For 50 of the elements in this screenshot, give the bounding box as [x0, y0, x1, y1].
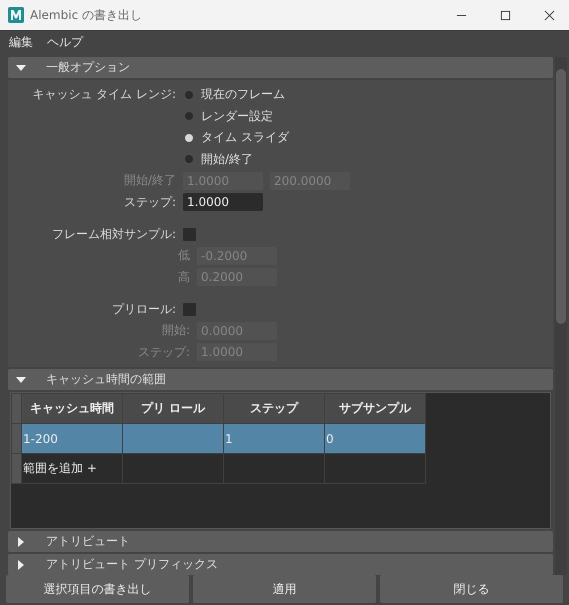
- radio-button[interactable]: [185, 112, 193, 120]
- section-header[interactable]: 一般オプション: [8, 57, 553, 78]
- checkbox[interactable]: [183, 228, 196, 240]
- column-header[interactable]: プリ ロール: [122, 394, 224, 424]
- field-label: ステップ:: [138, 344, 190, 359]
- section-header[interactable]: キャッシュ時間の範囲: [8, 369, 553, 390]
- close-icon[interactable]: [544, 10, 555, 20]
- collapse-arrow-icon[interactable]: [16, 62, 26, 72]
- expand-arrow-icon[interactable]: [16, 536, 26, 546]
- app-logo-icon: [8, 7, 24, 23]
- table-cell[interactable]: [122, 424, 224, 454]
- field-label: フレーム相対サンプル:: [52, 226, 176, 240]
- field-label: 高: [178, 270, 190, 284]
- radio-label: タイム スライダ: [201, 129, 289, 146]
- column-header[interactable]: サブサンプル: [324, 394, 426, 424]
- radio-label: 現在のフレーム: [201, 86, 285, 104]
- dialog-button[interactable]: 選択項目の書き出し: [6, 575, 189, 603]
- radio-button[interactable]: [185, 134, 193, 142]
- field-label: ステップ:: [124, 194, 176, 209]
- section-header[interactable]: アトリビュート プリフィックス: [8, 554, 553, 575]
- table-cell[interactable]: 1: [224, 424, 324, 454]
- section-header[interactable]: アトリビュート: [8, 531, 553, 552]
- menu-item[interactable]: ヘルプ: [47, 34, 83, 50]
- input-field[interactable]: 1.0000: [183, 193, 263, 212]
- column-header[interactable]: ステップ: [224, 394, 324, 424]
- expand-arrow-icon[interactable]: [16, 560, 26, 570]
- field-label: 低: [178, 248, 190, 262]
- field-label: プリロール:: [112, 302, 176, 316]
- scrollbar[interactable]: [555, 57, 567, 575]
- column-header[interactable]: キャッシュ時間: [22, 394, 122, 424]
- table-cell[interactable]: 0: [324, 424, 426, 454]
- window-title: Alembic の書き出し: [30, 6, 143, 24]
- collapse-arrow-icon[interactable]: [16, 374, 26, 384]
- table-cell[interactable]: [324, 454, 426, 484]
- menu-item[interactable]: 編集: [9, 34, 33, 50]
- table-cell[interactable]: [122, 454, 224, 484]
- maximize-icon[interactable]: [500, 10, 511, 20]
- dialog-button[interactable]: 閉じる: [380, 575, 563, 603]
- table-cell[interactable]: [224, 454, 324, 484]
- table-cell[interactable]: 1-200: [22, 424, 122, 454]
- field-label: 開始:: [162, 323, 190, 338]
- field-label: キャッシュ タイム レンジ:: [32, 87, 176, 102]
- checkbox[interactable]: [183, 302, 196, 316]
- radio-button[interactable]: [185, 155, 193, 164]
- radio-label: レンダー設定: [201, 108, 273, 125]
- dialog-button[interactable]: 適用: [193, 575, 376, 603]
- radio-button[interactable]: [185, 90, 193, 99]
- radio-label: 開始/終了: [201, 150, 254, 168]
- table-cell[interactable]: 範囲を追加 +: [22, 454, 122, 484]
- field-label: 開始/終了: [124, 173, 176, 188]
